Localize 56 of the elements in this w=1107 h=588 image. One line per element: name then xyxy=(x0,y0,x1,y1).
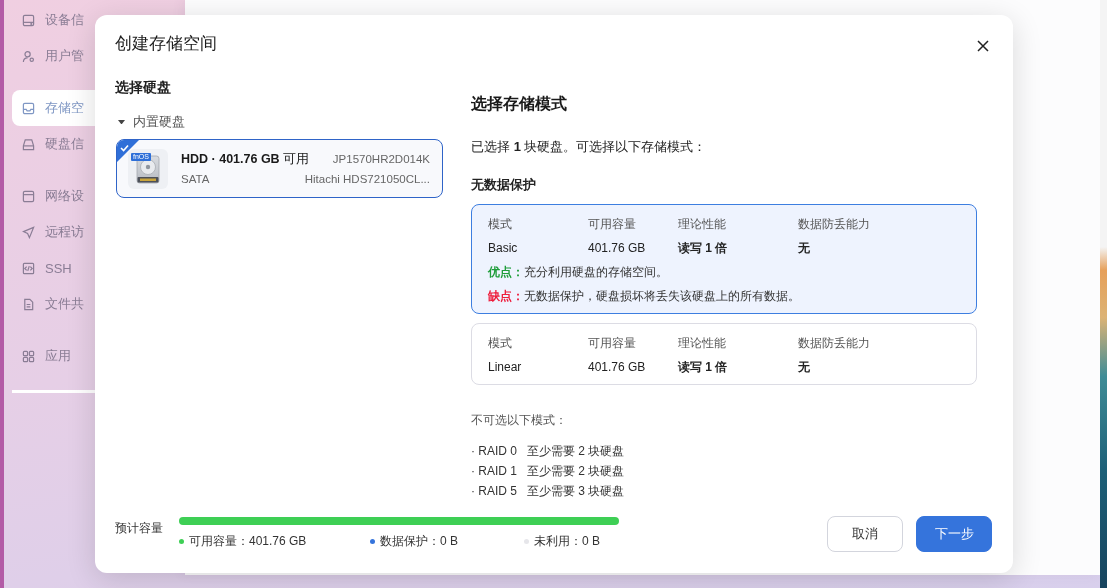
mode-requirement: 至少需要 2 块硬盘 xyxy=(527,463,625,480)
sidebar-item[interactable]: 远程访 xyxy=(12,214,173,250)
disk-serial: JP1570HR2D014K xyxy=(332,151,430,167)
next-button[interactable]: 下一步 xyxy=(916,516,992,552)
hard-drive-icon xyxy=(128,148,168,189)
column-label: 模式 xyxy=(488,216,512,233)
sidebar-item[interactable]: SSH xyxy=(12,250,173,286)
cell-value: 读写 1 倍 xyxy=(678,359,728,376)
column-label: 可用容量 xyxy=(588,335,636,352)
legend-label: 未利用：0 B xyxy=(534,533,600,549)
grid-icon xyxy=(22,349,35,363)
advantage-text: 优点：充分利用硬盘的存储空间。 xyxy=(488,264,669,281)
capacity-label: 预计容量 xyxy=(115,520,164,537)
mode-requirement: 至少需要 3 块硬盘 xyxy=(527,483,625,500)
inbox-icon xyxy=(22,101,35,115)
cell-value: 无 xyxy=(798,240,810,257)
column-label: 数据防丢能力 xyxy=(798,216,870,233)
section-heading: 无数据保护 xyxy=(471,176,537,194)
column-label: 模式 xyxy=(488,335,512,352)
mode-option-card[interactable]: 模式 可用容量 理论性能 数据防丢能力 Basic 401.76 GB 读写 1 倍 无 优点：充分利用硬盘的存储空间。 缺点：无数据保护，硬盘损坏将丢失该硬盘上的所有数据。 xyxy=(471,204,977,314)
user-icon xyxy=(22,49,35,63)
column-label: 理论性能 xyxy=(678,216,726,233)
column-label: 可用容量 xyxy=(588,216,636,233)
legend-label: 可用容量：401.76 GB xyxy=(189,533,307,549)
mode-name: · RAID 5 xyxy=(471,483,517,500)
mode-option-card[interactable]: 模式 可用容量 理论性能 数据防丢能力 Linear 401.76 GB 读写 1 倍 无 xyxy=(471,323,977,385)
cell-value: Linear xyxy=(488,359,522,376)
sidebar-item[interactable]: 应用 xyxy=(12,338,173,374)
mode-name: · RAID 1 xyxy=(471,463,517,480)
column-label: 理论性能 xyxy=(678,335,726,352)
legend-label: 数据保护：0 B xyxy=(380,533,458,549)
unavailable-heading: 不可选以下模式： xyxy=(471,412,568,429)
sidebar-item[interactable]: 文件共 xyxy=(12,286,173,322)
dialog-title: 创建存储空间 xyxy=(115,33,217,55)
code-icon xyxy=(22,261,35,275)
caret-icon[interactable] xyxy=(118,119,125,125)
cancel-button[interactable]: 取消 xyxy=(827,516,903,552)
mode-requirement: 至少需要 2 块硬盘 xyxy=(527,443,625,460)
document-icon xyxy=(22,297,35,311)
cell-value: Basic xyxy=(488,240,518,257)
panel-heading: 选择存储模式 xyxy=(471,94,568,114)
cell-value: 读写 1 倍 xyxy=(678,240,728,257)
disk-interface: SATA xyxy=(181,171,210,187)
cell-value: 无 xyxy=(798,359,810,376)
column-label: 数据防丢能力 xyxy=(798,335,870,352)
send-icon xyxy=(22,225,35,239)
cell-value: 401.76 GB xyxy=(588,240,646,257)
window-icon xyxy=(22,189,35,203)
selection-summary: 已选择 1 块硬盘。可选择以下存储模式： xyxy=(471,138,708,156)
close-icon xyxy=(977,39,989,52)
mode-name: · RAID 0 xyxy=(471,443,517,460)
drive-icon xyxy=(22,13,35,27)
disk-model: Hitachi HDS721050CL... xyxy=(304,171,430,187)
disadvantage-text: 缺点：无数据保护，硬盘损坏将丢失该硬盘上的所有数据。 xyxy=(488,288,801,305)
cell-value: 401.76 GB xyxy=(588,359,646,376)
disk-title: HDD · 401.76 GB 可用 xyxy=(181,150,310,168)
